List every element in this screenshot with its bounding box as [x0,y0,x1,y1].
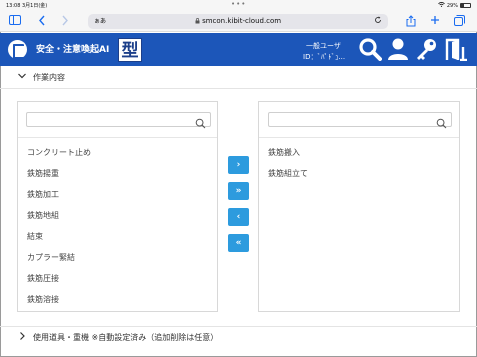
reload-icon[interactable] [374,14,382,29]
available-items-panel: コンクリート止め 鉄筋揚重 鉄筋加工 鉄筋地組 結束 カプラー緊結 鉄筋圧接 鉄… [17,101,218,312]
left-search-input[interactable] [26,112,211,129]
panel-divider [259,137,459,138]
company-logo-icon [8,40,27,59]
url-text: smcon.kibit-cloud.com [88,14,388,29]
app-header: 安全・注意喚起AI 型 一般ユーザ ID：ﾞﾊﾟﾄﾞｭ... [0,33,477,66]
search-icon [436,114,447,129]
work-content-section-header[interactable]: 作業内容 [0,67,477,89]
status-bar: 13:08 3月1日(金) ••• 29% [0,0,477,11]
tools-machines-label: 使用道具・重機 ※自動設定済み（追加削除は任意） [33,333,219,342]
wifi-icon [438,2,445,9]
key-icon[interactable] [414,37,438,65]
search-icon [195,114,206,129]
forward-icon[interactable] [58,15,72,28]
multitask-dots[interactable]: ••• [231,0,246,8]
chevron-down-icon [17,70,27,82]
kata-logo: 型 [118,38,142,62]
move-left-button[interactable]: ‹ [228,208,249,226]
move-right-button[interactable]: › [228,156,249,174]
share-icon[interactable] [404,15,418,28]
lock-icon [195,18,200,24]
user-type-label: 一般ユーザ [306,42,341,50]
list-item[interactable]: 鉄筋溶接 [27,294,59,305]
tabs-overview-icon[interactable] [452,15,466,28]
list-item[interactable]: 鉄筋揚重 [27,168,59,179]
list-item[interactable]: 結束 [27,231,43,242]
panel-divider [18,137,217,138]
url-label: smcon.kibit-cloud.com [202,17,282,25]
new-tab-icon[interactable] [428,15,442,28]
tools-machines-section-header[interactable]: 使用道具・重機 ※自動設定済み（追加削除は任意） [0,326,477,348]
list-item[interactable]: コンクリート止め [27,147,91,158]
user-id-label: ID：ﾞﾊﾟﾄﾞｭ... [303,53,346,61]
move-all-right-button[interactable]: » [228,182,249,200]
battery-percent: 29% [446,2,458,9]
list-item[interactable]: 鉄筋加工 [27,189,59,200]
move-all-left-button[interactable]: « [228,234,249,252]
selected-items-panel: 鉄筋搬入 鉄筋組立て [258,101,460,312]
battery-icon [460,3,471,8]
back-icon[interactable] [35,15,49,28]
list-item[interactable]: 鉄筋圧接 [27,273,59,284]
work-content-label: 作業内容 [33,73,65,82]
list-item[interactable]: 鉄筋搬入 [268,147,300,158]
right-search-input[interactable] [268,112,452,129]
user-icon[interactable] [386,37,410,65]
logout-door-icon[interactable] [443,37,469,65]
search-icon[interactable] [358,37,382,65]
list-item[interactable]: 鉄筋組立て [268,168,308,179]
status-time: 13:08 3月1日(金) [6,3,48,9]
status-right: 29% [438,2,471,9]
address-bar[interactable]: ぁあ smcon.kibit-cloud.com [88,14,388,29]
browser-toolbar: ぁあ smcon.kibit-cloud.com [0,11,477,32]
sidebar-icon[interactable] [8,15,22,28]
list-item[interactable]: 鉄筋地組 [27,210,59,221]
list-item[interactable]: カプラー緊結 [27,252,75,263]
app-title: 安全・注意喚起AI [36,45,110,55]
chevron-right-icon [17,330,27,342]
